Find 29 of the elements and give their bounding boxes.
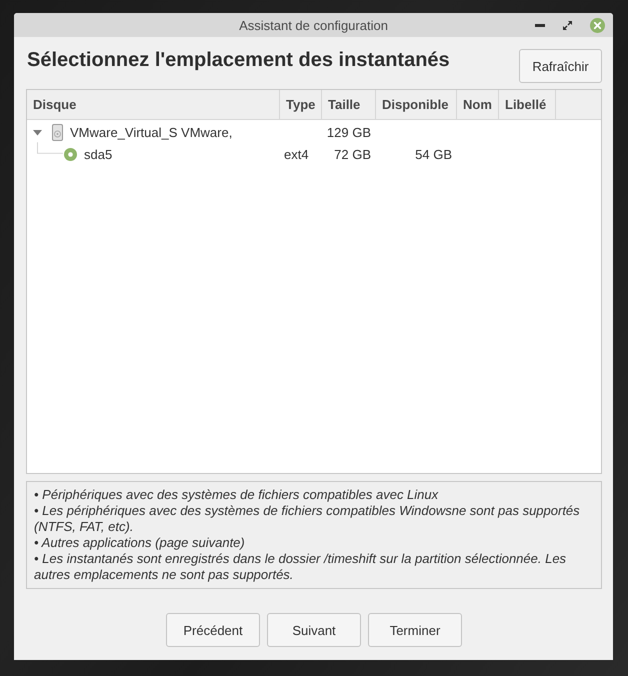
column-header[interactable]: Libellé bbox=[499, 90, 556, 119]
column-header[interactable]: Disque bbox=[27, 90, 280, 119]
table-cell: 72 GB bbox=[334, 146, 371, 162]
info-text: • Les instantanés sont enregistrés dans le dossier /timeshift sur la partition sélectionnée. Les autres emplacements ne sont pas supportés. bbox=[34, 551, 568, 583]
drive-icon bbox=[52, 124, 63, 140]
column-header[interactable]: Disponible bbox=[376, 90, 457, 119]
nav-button[interactable]: Précédent bbox=[166, 613, 260, 647]
info-text: • Les périphériques avec des systèmes de fichiers compatibles Windowsne sont pas supportés (NTFS, FAT, etc). bbox=[34, 503, 581, 535]
info-text: • Autres applications (page suivante) bbox=[34, 535, 246, 551]
page-heading: Sélectionnez l'emplacement des instantanés bbox=[26, 49, 450, 72]
table-cell: 129 GB bbox=[326, 124, 371, 140]
column-header[interactable]: Type bbox=[280, 90, 322, 119]
disk-name: VMware_Virtual_S VMware, bbox=[70, 124, 232, 140]
tree-line bbox=[37, 142, 63, 154]
expander-arrow-icon[interactable] bbox=[33, 128, 42, 136]
nav-button[interactable]: Suivant bbox=[267, 613, 361, 647]
radio-button[interactable] bbox=[64, 148, 77, 160]
close-icon[interactable] bbox=[590, 18, 605, 32]
maximize-icon[interactable] bbox=[563, 20, 572, 30]
column-header[interactable]: Taille bbox=[322, 90, 376, 119]
window-title: Assistant de configuration bbox=[239, 18, 388, 32]
refresh-button[interactable]: Rafraîchir bbox=[519, 49, 602, 83]
column-header[interactable]: Nom bbox=[457, 90, 499, 119]
table-cell: ext4 bbox=[284, 146, 309, 162]
info-text: • Périphériques avec des systèmes de fichiers compatibles avec Linux bbox=[34, 487, 440, 503]
partition-name: sda5 bbox=[84, 146, 112, 162]
nav-button[interactable]: Terminer bbox=[368, 613, 462, 647]
minimize-icon[interactable] bbox=[535, 24, 545, 26]
table-cell: 54 GB bbox=[415, 146, 452, 162]
